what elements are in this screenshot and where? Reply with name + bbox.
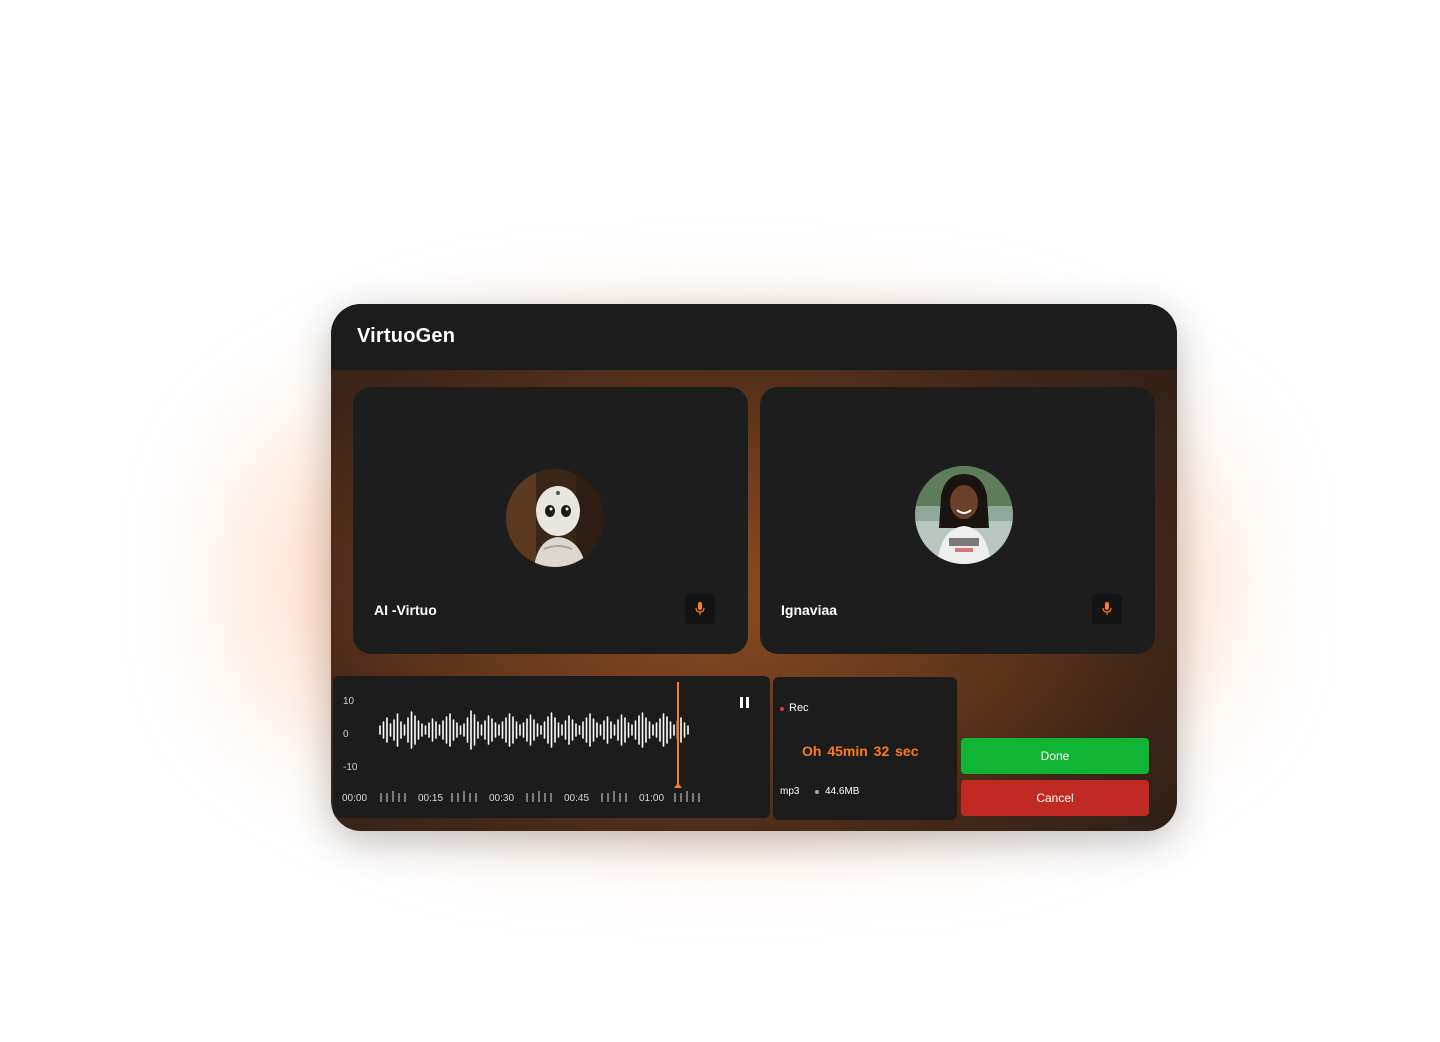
title-bar: VirtuoGen: [331, 304, 1177, 370]
mic-icon: [1102, 602, 1112, 615]
mic-button[interactable]: [1092, 594, 1122, 624]
mic-icon: [695, 602, 705, 615]
app-window: VirtuoGen AI -Virtuo Ignaviaa 10 0 -10 0…: [331, 304, 1177, 831]
separator-dot: [815, 790, 819, 794]
app-title: VirtuoGen: [357, 325, 456, 347]
waveform-chart[interactable]: 00:00 00:15 00:30 00:45 01:00: [333, 676, 770, 818]
avatar-ignaviaa: [915, 466, 1013, 564]
rec-status: Rec: [789, 702, 809, 714]
pause-icon: [739, 696, 749, 708]
time-label: 01:00: [639, 793, 664, 804]
recording-panel: Rec Oh 45min 32 sec mp3 44.6MB: [773, 677, 957, 820]
time-label: 00:00: [342, 793, 367, 804]
file-size: 44.6MB: [825, 786, 860, 797]
participant-tile-ignaviaa: Ignaviaa: [760, 387, 1155, 654]
time-label: 00:15: [418, 793, 443, 804]
time-label: 00:30: [489, 793, 514, 804]
waveform-panel: 10 0 -10 00:00 00:15 00:30 00:45 01:00: [333, 676, 770, 818]
done-button[interactable]: Done: [961, 738, 1149, 774]
time-label: 00:45: [564, 793, 589, 804]
avatar-ai: [506, 469, 604, 567]
participant-name: Ignaviaa: [781, 602, 838, 618]
cancel-button[interactable]: Cancel: [961, 780, 1149, 816]
participant-name: AI -Virtuo: [374, 602, 437, 618]
pause-button[interactable]: [737, 695, 751, 709]
participant-tile-ai: AI -Virtuo: [353, 387, 748, 654]
playhead-handle[interactable]: [674, 783, 682, 788]
file-format: mp3: [780, 786, 800, 797]
rec-indicator: [780, 707, 784, 711]
recording-duration: Oh 45min 32 sec: [802, 743, 919, 759]
mic-button[interactable]: [685, 594, 715, 624]
